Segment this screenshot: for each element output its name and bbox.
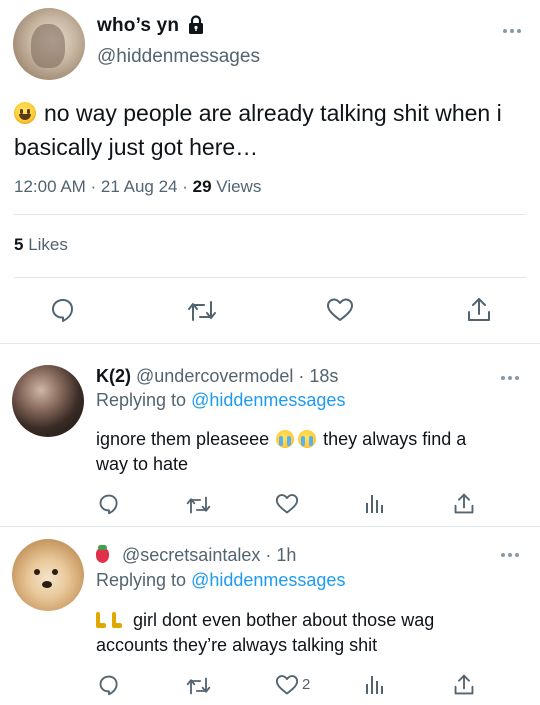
reply-text-part: ignore them pleaseee xyxy=(96,429,270,449)
analytics-icon[interactable] xyxy=(364,493,384,515)
reply-text: girl dont even bother about those wag ac… xyxy=(96,608,516,658)
share-icon[interactable] xyxy=(466,296,492,324)
divider xyxy=(14,277,526,278)
replying-prefix: Replying to xyxy=(96,390,187,410)
handle-time[interactable]: @undercovermodel · 18s xyxy=(136,366,338,386)
like-count: 2 xyxy=(302,676,311,693)
lock-icon xyxy=(189,15,203,34)
reply-icon[interactable] xyxy=(50,297,76,323)
handle[interactable]: @hiddenmessages xyxy=(97,46,260,68)
analytics-icon[interactable] xyxy=(364,674,384,696)
replying-prefix: Replying to xyxy=(96,570,187,590)
replying-to-link[interactable]: @hiddenmessages xyxy=(191,390,345,410)
views-count: 29 xyxy=(192,177,212,196)
likes-summary[interactable]: 5 Likes xyxy=(14,235,68,255)
share-icon[interactable] xyxy=(453,673,475,697)
retweet-icon[interactable] xyxy=(187,298,217,324)
likes-label: Likes xyxy=(28,235,68,254)
strawberry-icon xyxy=(96,545,109,563)
handle-time[interactable]: @secretsaintalex · 1h xyxy=(122,545,296,565)
likes-count: 5 xyxy=(14,235,24,254)
reply-header: K(2) @undercovermodel · 18s xyxy=(96,366,338,387)
reply-text: ignore them pleaseee they always find a … xyxy=(96,427,516,477)
display-name[interactable]: who’s yn xyxy=(97,15,179,37)
reply-header: @secretsaintalex · 1h xyxy=(96,545,296,566)
views-label: Views xyxy=(216,177,262,196)
reply-text-part: they always find a xyxy=(323,429,467,449)
avatar[interactable] xyxy=(12,539,84,611)
share-icon[interactable] xyxy=(453,492,475,516)
boot-icon xyxy=(96,612,106,628)
tweet-text: no way people are already talking shit w… xyxy=(14,96,524,164)
retweet-icon[interactable] xyxy=(186,494,211,516)
tweet-meta: 12:00 AM · 21 Aug 24 · 29 Views xyxy=(14,177,261,197)
reply-item[interactable]: K(2) @undercovermodel · 18s Replying to … xyxy=(0,344,540,526)
retweet-icon[interactable] xyxy=(186,675,211,697)
replying-to: Replying to @hiddenmessages xyxy=(96,570,345,591)
avatar[interactable] xyxy=(13,8,85,80)
smile-emoji-icon xyxy=(14,102,36,124)
reply-text-part: accounts they’re always talking shit xyxy=(96,635,378,655)
replying-to-link[interactable]: @hiddenmessages xyxy=(191,570,345,590)
more-icon[interactable] xyxy=(501,375,521,381)
reply-icon[interactable] xyxy=(98,674,120,696)
like-icon[interactable] xyxy=(275,674,299,696)
display-name[interactable]: K(2) xyxy=(96,366,131,386)
crying-emoji-icon xyxy=(276,430,295,448)
replying-to: Replying to @hiddenmessages xyxy=(96,390,345,411)
more-icon[interactable] xyxy=(503,28,523,34)
divider xyxy=(14,214,526,215)
reply-item[interactable]: @secretsaintalex · 1h Replying to @hidde… xyxy=(0,527,540,705)
reply-icon[interactable] xyxy=(98,493,120,515)
crying-emoji-icon xyxy=(298,430,317,448)
like-icon[interactable] xyxy=(275,493,299,515)
more-icon[interactable] xyxy=(501,552,521,558)
tweet-body: no way people are already talking shit w… xyxy=(14,100,502,160)
timestamp[interactable]: 12:00 AM · 21 Aug 24 · xyxy=(14,177,188,196)
reply-text-part: girl dont even bother about those wag xyxy=(133,610,435,630)
boot-icon xyxy=(112,612,122,628)
main-tweet: who’s yn @hiddenmessages no way people a… xyxy=(0,0,540,343)
reply-text-part: way to hate xyxy=(96,454,189,474)
like-icon[interactable] xyxy=(326,297,354,323)
avatar[interactable] xyxy=(12,365,84,437)
